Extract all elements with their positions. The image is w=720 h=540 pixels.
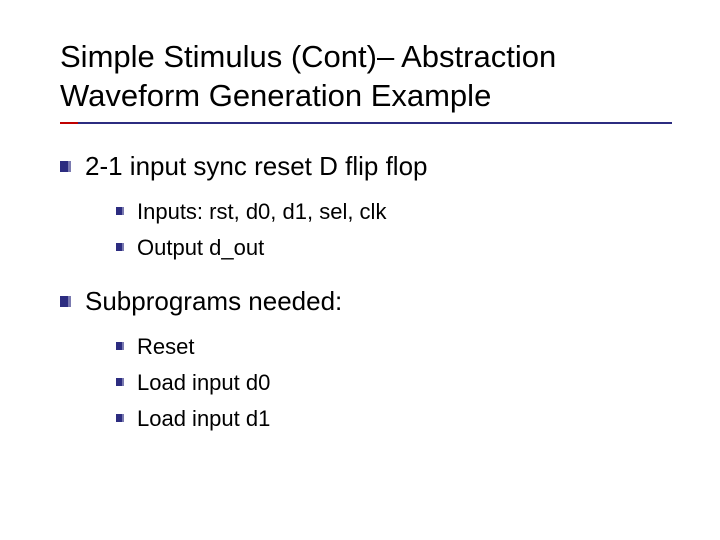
slide-title: Simple Stimulus (Cont)– Abstraction Wave… (60, 38, 672, 116)
bullet-icon (116, 207, 124, 215)
bullet-icon (116, 378, 124, 386)
sublist: Reset Load input d0 Load input d1 (116, 332, 672, 433)
bullet-icon (60, 161, 71, 172)
bullet-icon (116, 414, 124, 422)
list-item: Load input d1 (116, 404, 672, 434)
bullet-icon (116, 342, 124, 350)
list-item-text: Subprograms needed: (85, 285, 342, 319)
title-underline (60, 122, 672, 124)
list-item-text: Load input d1 (137, 404, 270, 434)
list-item: Subprograms needed: (60, 285, 672, 319)
list-item-text: 2-1 input sync reset D flip flop (85, 150, 428, 184)
list-item-text: Output d_out (137, 233, 264, 263)
bullet-icon (60, 296, 71, 307)
bullet-icon (116, 243, 124, 251)
sublist: Inputs: rst, d0, d1, sel, clk Output d_o… (116, 197, 672, 262)
list-item-text: Load input d0 (137, 368, 270, 398)
list-item: Output d_out (116, 233, 672, 263)
list-item: Load input d0 (116, 368, 672, 398)
slide: Simple Stimulus (Cont)– Abstraction Wave… (0, 0, 720, 476)
list-item-text: Inputs: rst, d0, d1, sel, clk (137, 197, 386, 227)
list-item: Inputs: rst, d0, d1, sel, clk (116, 197, 672, 227)
list-item: Reset (116, 332, 672, 362)
list-item-text: Reset (137, 332, 194, 362)
list-item: 2-1 input sync reset D flip flop (60, 150, 672, 184)
